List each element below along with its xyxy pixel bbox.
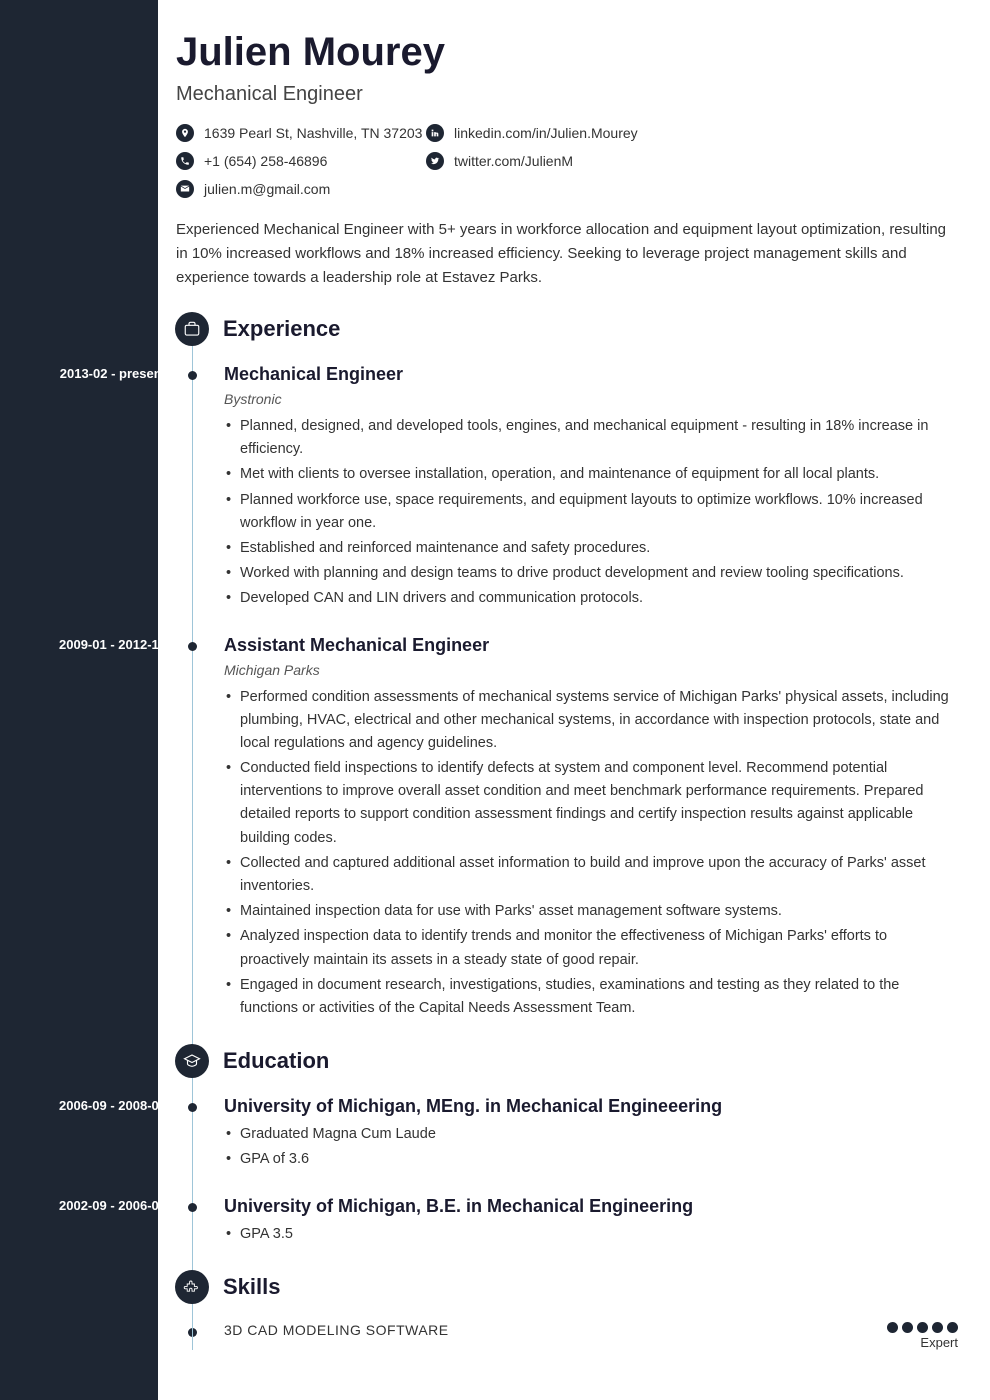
phone-icon	[176, 152, 194, 170]
experience-header: Experience	[176, 312, 958, 346]
twitter-text: twitter.com/JulienM	[454, 153, 573, 169]
entry-bullets: Planned, designed, and developed tools, …	[224, 415, 958, 611]
contact-address: 1639 Pearl St, Nashville, TN 37203	[176, 124, 426, 142]
candidate-name: Julien Mourey	[176, 30, 958, 75]
timeline-dot	[188, 371, 197, 380]
skills-header: Skills	[176, 1270, 958, 1304]
bullet-item: GPA 3.5	[224, 1223, 958, 1246]
bullet-item: Developed CAN and LIN drivers and commun…	[224, 587, 958, 610]
entry-dates: 2002-09 - 2006-06	[18, 1198, 166, 1213]
rating-dot	[887, 1322, 898, 1333]
bullet-item: Engaged in document research, investigat…	[224, 974, 958, 1020]
entry-title: Assistant Mechanical Engineer	[224, 635, 958, 656]
education-title: Education	[223, 1048, 329, 1074]
twitter-icon	[426, 152, 444, 170]
skill-level: Expert	[887, 1335, 958, 1350]
timeline-entry: 2002-09 - 2006-06University of Michigan,…	[176, 1196, 958, 1246]
candidate-title: Mechanical Engineer	[176, 83, 958, 106]
skill-rating-group: Expert	[887, 1322, 958, 1350]
timeline-dot	[188, 1203, 197, 1212]
bullet-item: Planned, designed, and developed tools, …	[224, 415, 958, 461]
experience-title: Experience	[223, 316, 340, 342]
entry-company: Bystronic	[224, 391, 958, 407]
skill-rating-dots	[887, 1322, 958, 1333]
timeline-entry: 2013-02 - presentMechanical EngineerByst…	[176, 364, 958, 611]
rating-dot	[932, 1322, 943, 1333]
timeline-dot	[188, 1103, 197, 1112]
bullet-item: Planned workforce use, space requirement…	[224, 489, 958, 535]
bullet-item: Worked with planning and design teams to…	[224, 562, 958, 585]
rating-dot	[947, 1322, 958, 1333]
resume-page: Julien Mourey Mechanical Engineer 1639 P…	[0, 0, 990, 1400]
bullet-item: Met with clients to oversee installation…	[224, 463, 958, 486]
summary-text: Experienced Mechanical Engineer with 5+ …	[176, 218, 958, 290]
bullet-item: Conducted field inspections to identify …	[224, 757, 958, 850]
sidebar	[0, 0, 158, 1400]
bullet-item: Established and reinforced maintenance a…	[224, 537, 958, 560]
timeline-line	[192, 322, 193, 1350]
puzzle-icon	[175, 1270, 209, 1304]
graduation-icon	[175, 1044, 209, 1078]
skill-name: 3D CAD MODELING SOFTWARE	[224, 1322, 449, 1338]
bullet-item: Maintained inspection data for use with …	[224, 900, 958, 923]
rating-dot	[902, 1322, 913, 1333]
entry-bullets: Graduated Magna Cum LaudeGPA of 3.6	[224, 1123, 958, 1171]
timeline: Experience 2013-02 - presentMechanical E…	[176, 312, 958, 1350]
bullet-item: Analyzed inspection data to identify tre…	[224, 925, 958, 971]
timeline-entry: 2009-01 - 2012-12Assistant Mechanical En…	[176, 635, 958, 1021]
skills-title: Skills	[223, 1274, 280, 1300]
entry-title: University of Michigan, MEng. in Mechani…	[224, 1096, 958, 1117]
email-text: julien.m@gmail.com	[204, 181, 330, 197]
bullet-item: Performed condition assessments of mecha…	[224, 686, 958, 756]
linkedin-icon	[426, 124, 444, 142]
contact-grid: 1639 Pearl St, Nashville, TN 37203 linke…	[176, 124, 958, 198]
linkedin-text: linkedin.com/in/Julien.Mourey	[454, 125, 638, 141]
contact-linkedin: linkedin.com/in/Julien.Mourey	[426, 124, 726, 142]
email-icon	[176, 180, 194, 198]
education-header: Education	[176, 1044, 958, 1078]
entry-dates: 2013-02 - present	[18, 366, 166, 381]
address-text: 1639 Pearl St, Nashville, TN 37203	[204, 125, 422, 141]
bullet-item: Collected and captured additional asset …	[224, 852, 958, 898]
bullet-item: GPA of 3.6	[224, 1148, 958, 1171]
entry-title: Mechanical Engineer	[224, 364, 958, 385]
bullet-item: Graduated Magna Cum Laude	[224, 1123, 958, 1146]
briefcase-icon	[175, 312, 209, 346]
timeline-dot	[188, 642, 197, 651]
entry-dates: 2009-01 - 2012-12	[18, 637, 166, 652]
contact-twitter: twitter.com/JulienM	[426, 152, 726, 170]
timeline-entry: 2006-09 - 2008-06University of Michigan,…	[176, 1096, 958, 1171]
main-content: Julien Mourey Mechanical Engineer 1639 P…	[158, 0, 990, 1400]
skill-row: 3D CAD MODELING SOFTWARE Expert	[176, 1322, 958, 1350]
phone-text: +1 (654) 258-46896	[204, 153, 327, 169]
contact-phone: +1 (654) 258-46896	[176, 152, 426, 170]
location-icon	[176, 124, 194, 142]
rating-dot	[917, 1322, 928, 1333]
entry-bullets: Performed condition assessments of mecha…	[224, 686, 958, 1021]
entry-company: Michigan Parks	[224, 662, 958, 678]
contact-email: julien.m@gmail.com	[176, 180, 426, 198]
entry-bullets: GPA 3.5	[224, 1223, 958, 1246]
entry-title: University of Michigan, B.E. in Mechanic…	[224, 1196, 958, 1217]
entry-dates: 2006-09 - 2008-06	[18, 1098, 166, 1113]
